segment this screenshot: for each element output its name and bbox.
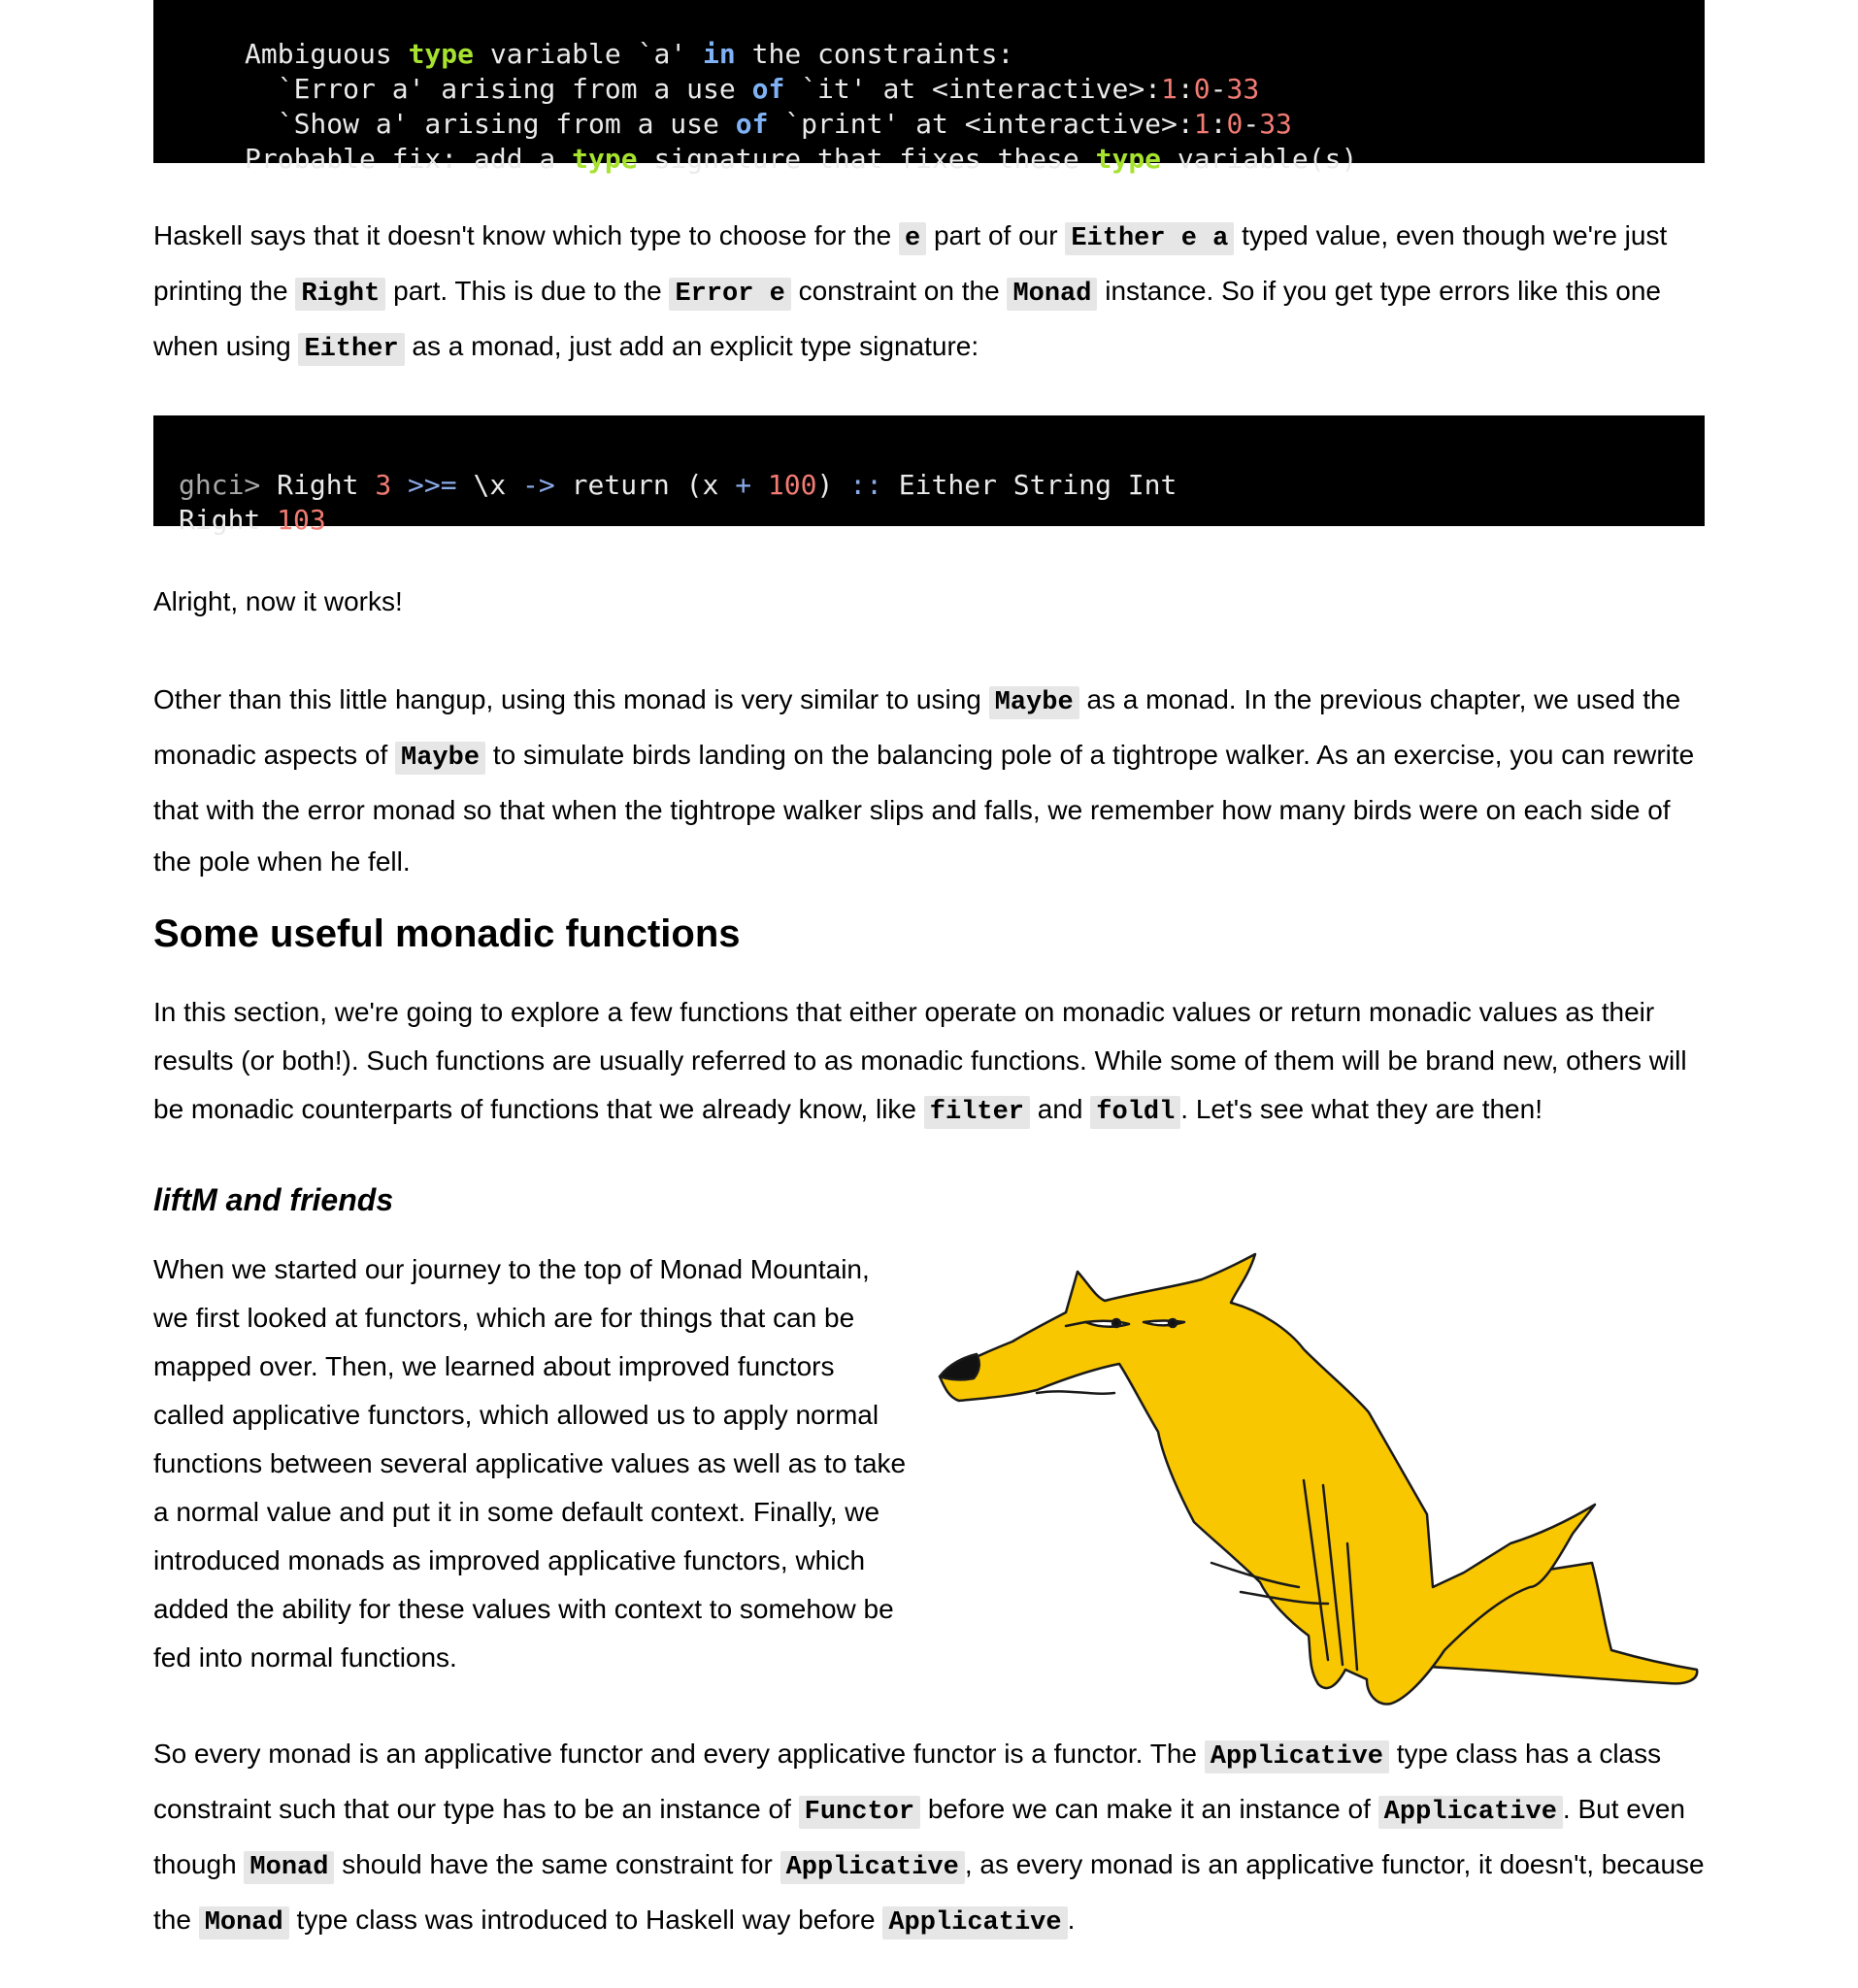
- paragraph-applicative-functor: So every monad is an applicative functor…: [153, 1739, 1705, 1939]
- inline-code: e: [898, 222, 927, 255]
- inline-code: Applicative: [882, 1906, 1068, 1939]
- inline-code: Monad: [1007, 278, 1098, 311]
- paragraph-either-explanation: Haskell says that it doesn't know which …: [153, 220, 1668, 366]
- inline-code: Right: [295, 278, 386, 311]
- inline-code: Either: [298, 333, 405, 366]
- inline-code: Applicative: [780, 1851, 965, 1884]
- error-line-2: `Error a' arising from a use of `it' at …: [245, 73, 1260, 105]
- error-line-4: Probable fix: add a type signature that …: [245, 143, 1358, 175]
- paragraph-section-intro: In this section, we're going to explore …: [153, 997, 1687, 1129]
- inline-code: Monad: [244, 1851, 335, 1884]
- section-heading: Some useful monadic functions: [153, 912, 741, 955]
- paragraph-maybe-comparison: Other than this little hangup, using thi…: [153, 684, 1695, 877]
- yellow-dog-illustration: [938, 1252, 1699, 1706]
- error-line-3: `Show a' arising from a use of `print' a…: [245, 108, 1292, 140]
- paragraph-monad-journey: When we started our journey to the top o…: [153, 1254, 907, 1673]
- error-code-block: Ambiguous type variable `a' in the const…: [153, 0, 1705, 175]
- ghci-code-block: ghci> Right 3 >>= \x -> return (x + 100)…: [153, 415, 1705, 536]
- inline-code: Maybe: [395, 742, 486, 775]
- inline-code: Either e a: [1065, 222, 1235, 255]
- ghci-line-1: ghci> Right 3 >>= \x -> return (x + 100)…: [179, 469, 1178, 501]
- inline-code: Applicative: [1377, 1796, 1563, 1829]
- paragraph-it-works: Alright, now it works!: [153, 586, 403, 616]
- subsection-heading: liftM and friends: [153, 1182, 394, 1217]
- inline-code: filter: [923, 1096, 1030, 1129]
- inline-code: foldl: [1090, 1096, 1181, 1129]
- ghci-line-2: Right 103: [179, 504, 326, 536]
- inline-code: Error e: [669, 278, 791, 311]
- inline-code: Maybe: [988, 686, 1079, 719]
- inline-code: Monad: [198, 1906, 289, 1939]
- inline-code: Applicative: [1204, 1740, 1389, 1773]
- error-line-1: Ambiguous type variable `a' in the const…: [245, 38, 1014, 70]
- inline-code: Functor: [798, 1796, 921, 1829]
